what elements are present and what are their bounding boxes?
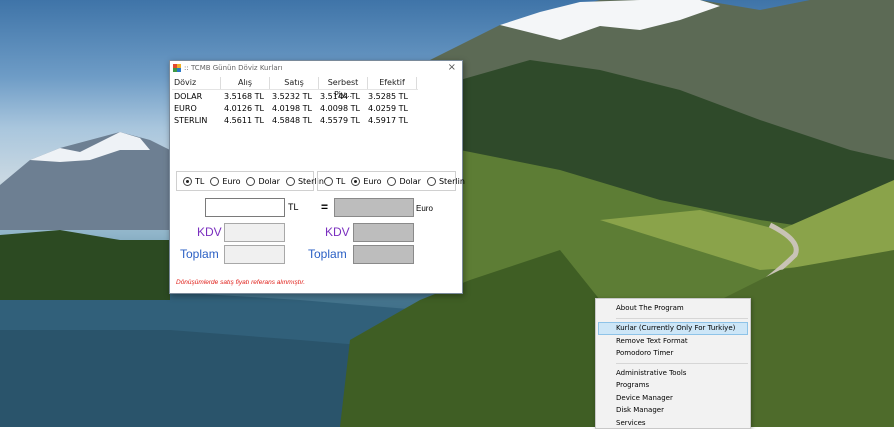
header-alis[interactable]: Alış	[221, 77, 270, 89]
cell: 4.0126 TL	[220, 104, 268, 113]
cell: STERLIN	[172, 116, 220, 125]
result-output	[334, 198, 414, 217]
toplam-label-right: Toplam	[308, 247, 347, 261]
radio-selected-icon	[351, 177, 360, 186]
cell: 3.5232 TL	[268, 92, 316, 101]
cell: 3.5168 TL	[220, 92, 268, 101]
menu-item-kurlar[interactable]: Kurlar (Currently Only For Turkiye)	[598, 322, 748, 335]
radio-label: Dolar	[399, 177, 420, 186]
to-unit-label: Euro	[416, 204, 433, 213]
menu-separator	[616, 363, 748, 364]
equals-sign: =	[321, 200, 328, 214]
title-bar: :: TCMB Günün Döviz Kurları ×	[170, 61, 462, 75]
toplam-field-left	[224, 245, 285, 264]
menu-item-remove-text-format[interactable]: Remove Text Format	[596, 335, 750, 348]
close-icon[interactable]: ×	[448, 62, 456, 73]
cell: 3.5285 TL	[364, 92, 412, 101]
to-radio-sterlin[interactable]: Sterlin	[427, 177, 465, 186]
window-title: :: TCMB Günün Döviz Kurları	[184, 64, 282, 72]
radio-label: Sterlin	[439, 177, 465, 186]
rates-table: Döviz Alış Satış Serbest Piy... Efektif …	[172, 77, 418, 155]
header-efektif[interactable]: Efektif	[368, 77, 417, 89]
from-radio-dolar[interactable]: Dolar	[246, 177, 279, 186]
to-currency-group: TL Euro Dolar Sterlin	[317, 171, 456, 191]
menu-item-programs[interactable]: Programs	[596, 379, 750, 392]
cell: EURO	[172, 104, 220, 113]
app-icon	[173, 64, 181, 72]
table-row[interactable]: DOLAR 3.5168 TL 3.5232 TL 3.5144 TL 3.52…	[172, 90, 418, 102]
radio-icon	[387, 177, 396, 186]
header-satis[interactable]: Satış	[270, 77, 319, 89]
cell: 4.5611 TL	[220, 116, 268, 125]
menu-item-administrative-tools[interactable]: Administrative Tools	[596, 367, 750, 380]
amount-input[interactable]	[205, 198, 285, 217]
radio-label: TL	[336, 177, 345, 186]
cell: 4.0259 TL	[364, 104, 412, 113]
header-serbest[interactable]: Serbest Piy...	[319, 77, 368, 89]
radio-selected-icon	[183, 177, 192, 186]
from-radio-tl[interactable]: TL	[183, 177, 204, 186]
to-radio-tl[interactable]: TL	[324, 177, 345, 186]
reference-note: Dönüşümlerde satış fiyatı referans alınm…	[176, 279, 305, 286]
radio-label: Dolar	[258, 177, 279, 186]
from-currency-group: TL Euro Dolar Sterlin	[176, 171, 314, 191]
cell: 3.5144 TL	[316, 92, 364, 101]
toplam-label-left: Toplam	[180, 247, 219, 261]
cell: 4.0198 TL	[268, 104, 316, 113]
to-radio-dolar[interactable]: Dolar	[387, 177, 420, 186]
toplam-field-right	[353, 245, 414, 264]
menu-item-disk-manager[interactable]: Disk Manager	[596, 404, 750, 417]
radio-icon	[427, 177, 436, 186]
radio-icon	[210, 177, 219, 186]
kdv-label-right: KDV	[325, 225, 350, 239]
from-unit-label: TL	[288, 202, 299, 212]
cell: 4.5848 TL	[268, 116, 316, 125]
cell: 4.5579 TL	[316, 116, 364, 125]
header-doviz[interactable]: Döviz	[172, 77, 221, 89]
radio-icon	[246, 177, 255, 186]
cell: 4.0098 TL	[316, 104, 364, 113]
menu-item-pomodoro-timer[interactable]: Pomodoro Timer	[596, 347, 750, 360]
menu-item-about[interactable]: About The Program	[596, 302, 750, 315]
from-radio-euro[interactable]: Euro	[210, 177, 240, 186]
radio-icon	[324, 177, 333, 186]
menu-separator	[616, 318, 748, 319]
currency-window: :: TCMB Günün Döviz Kurları × Döviz Alış…	[169, 60, 463, 294]
radio-label: Euro	[363, 177, 381, 186]
context-menu: About The Program Kurlar (Currently Only…	[595, 298, 751, 429]
kdv-label-left: KDV	[197, 225, 222, 239]
cell: DOLAR	[172, 92, 220, 101]
cell: 4.5917 TL	[364, 116, 412, 125]
menu-item-services[interactable]: Services	[596, 417, 750, 429]
radio-icon	[286, 177, 295, 186]
radio-label: TL	[195, 177, 204, 186]
to-radio-euro[interactable]: Euro	[351, 177, 381, 186]
table-row[interactable]: EURO 4.0126 TL 4.0198 TL 4.0098 TL 4.025…	[172, 102, 418, 114]
kdv-field-right	[353, 223, 414, 242]
table-header: Döviz Alış Satış Serbest Piy... Efektif	[172, 77, 418, 90]
table-row[interactable]: STERLIN 4.5611 TL 4.5848 TL 4.5579 TL 4.…	[172, 114, 418, 126]
radio-label: Euro	[222, 177, 240, 186]
menu-item-device-manager[interactable]: Device Manager	[596, 392, 750, 405]
kdv-field-left	[224, 223, 285, 242]
